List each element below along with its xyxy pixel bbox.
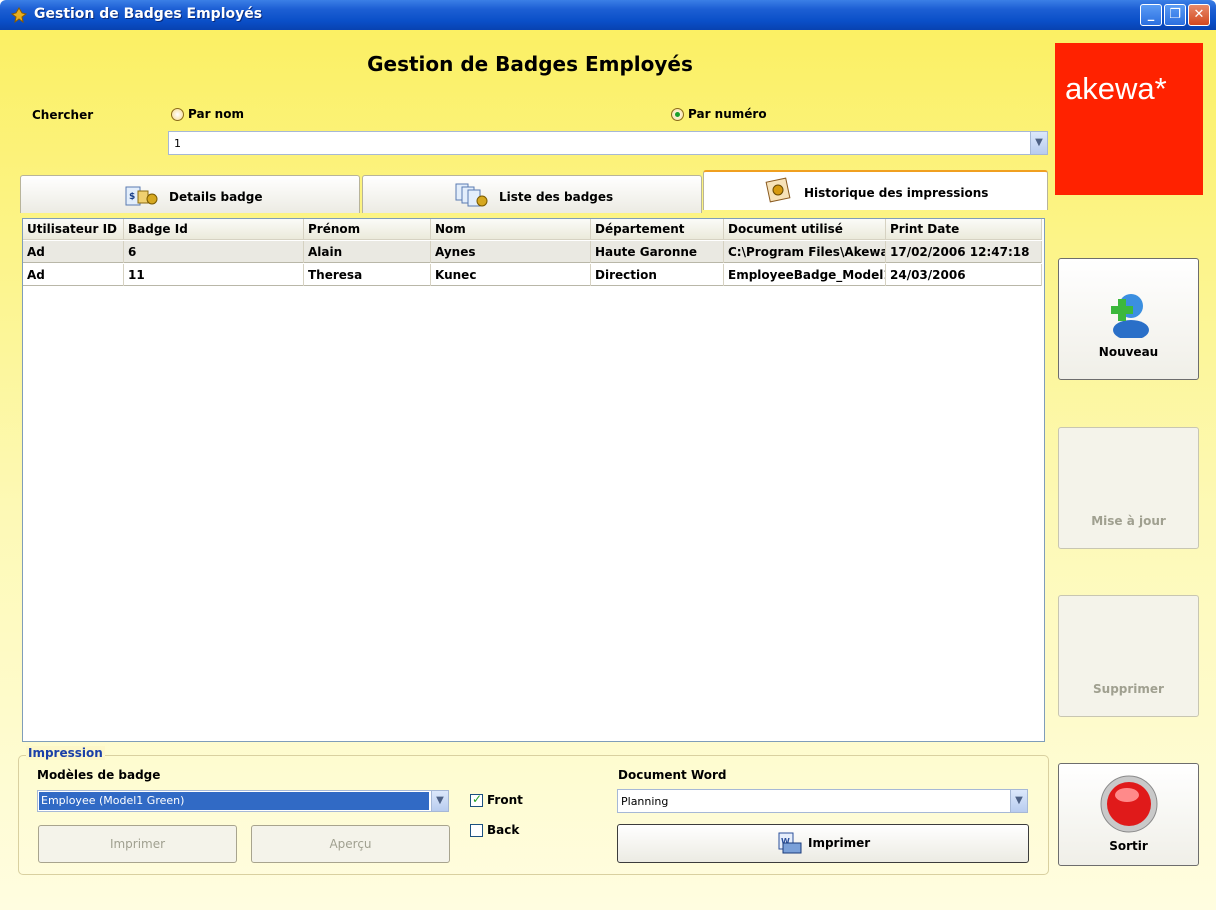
table-cell: 6	[124, 241, 304, 263]
table-cell: Ad	[23, 264, 124, 286]
grid-header: Utilisateur ID Badge Id Prénom Nom Dépar…	[23, 219, 1042, 240]
table-row[interactable]: Ad 11 Theresa Kunec Direction EmployeeBa…	[23, 264, 1042, 286]
update-button[interactable]: Mise à jour	[1058, 427, 1199, 549]
word-document-select[interactable]: Planning ▼	[617, 789, 1028, 813]
exit-button[interactable]: Sortir	[1058, 763, 1199, 866]
radio-by-number-label: Par numéro	[688, 107, 767, 121]
table-cell: C:\Program Files\Akewa	[724, 241, 886, 263]
new-button[interactable]: Nouveau	[1058, 258, 1199, 380]
column-header[interactable]: Prénom	[304, 219, 431, 240]
page-title: Gestion de Badges Employés	[367, 52, 693, 76]
badge-model-select[interactable]: Employee (Model1 Green) ▼	[37, 790, 449, 812]
table-cell: Aynes	[431, 241, 591, 263]
badge-model-value: Employee (Model1 Green)	[39, 792, 429, 810]
radio-by-name[interactable]	[171, 108, 184, 121]
column-header[interactable]: Utilisateur ID	[23, 219, 124, 240]
column-header[interactable]: Badge Id	[124, 219, 304, 240]
print-history-icon	[764, 176, 794, 207]
radio-by-number[interactable]	[671, 108, 684, 121]
akewa-logo: akewa*	[1055, 43, 1203, 195]
print-button[interactable]: Imprimer	[38, 825, 237, 863]
add-user-icon	[1101, 286, 1153, 341]
back-checkbox[interactable]	[470, 824, 483, 837]
table-cell: 11	[124, 264, 304, 286]
column-header[interactable]: Print Date	[886, 219, 1042, 240]
delete-button[interactable]: Supprimer	[1058, 595, 1199, 717]
column-header[interactable]: Nom	[431, 219, 591, 240]
tab-details-badge[interactable]: $ Details badge	[20, 175, 360, 213]
chevron-down-icon[interactable]: ▼	[1030, 132, 1047, 154]
word-document-label: Document Word	[618, 768, 727, 782]
table-cell: EmployeeBadge_Model1	[724, 264, 886, 286]
word-print-icon: W	[777, 831, 803, 860]
table-cell: 24/03/2006	[886, 264, 1042, 286]
svg-text:$: $	[129, 192, 135, 202]
badge-models-label: Modèles de badge	[37, 768, 161, 782]
window-title: Gestion de Badges Employés	[34, 6, 263, 22]
table-cell: 17/02/2006 12:47:18	[886, 241, 1042, 263]
chevron-down-icon[interactable]: ▼	[431, 791, 448, 811]
table-row[interactable]: Ad 6 Alain Aynes Haute Garonne C:\Progra…	[23, 241, 1042, 263]
column-header[interactable]: Département	[591, 219, 724, 240]
table-cell: Ad	[23, 241, 124, 263]
minimize-button[interactable]: _	[1140, 4, 1162, 26]
badge-details-icon: $	[124, 185, 160, 210]
radio-by-name-label: Par nom	[188, 107, 244, 121]
back-label: Back	[487, 823, 520, 837]
table-cell: Alain	[304, 241, 431, 263]
red-light-icon	[1100, 775, 1158, 836]
print-history-grid[interactable]: Utilisateur ID Badge Id Prénom Nom Dépar…	[22, 218, 1045, 742]
app-icon	[10, 6, 28, 24]
table-cell: Theresa	[304, 264, 431, 286]
restore-button[interactable]: ❐	[1164, 4, 1186, 26]
tab-historique-impressions[interactable]: Historique des impressions	[703, 170, 1048, 210]
table-cell: Kunec	[431, 264, 591, 286]
word-document-value: Planning	[621, 795, 669, 808]
table-cell: Direction	[591, 264, 724, 286]
front-label: Front	[487, 793, 523, 807]
close-button[interactable]: ✕	[1188, 4, 1210, 26]
column-header[interactable]: Document utilisé	[724, 219, 886, 240]
search-value: 1	[174, 137, 181, 150]
search-combobox[interactable]: 1 ▼	[168, 131, 1048, 155]
search-label: Chercher	[32, 108, 94, 122]
table-cell: Haute Garonne	[591, 241, 724, 263]
tab-liste-badges[interactable]: Liste des badges	[362, 175, 702, 213]
front-checkbox[interactable]	[470, 792, 483, 807]
print-group-title: Impression	[26, 746, 105, 760]
preview-button[interactable]: Aperçu	[251, 825, 450, 863]
chevron-down-icon[interactable]: ▼	[1010, 790, 1027, 812]
word-print-button[interactable]: W Imprimer	[617, 824, 1029, 863]
badge-list-icon	[454, 181, 490, 212]
